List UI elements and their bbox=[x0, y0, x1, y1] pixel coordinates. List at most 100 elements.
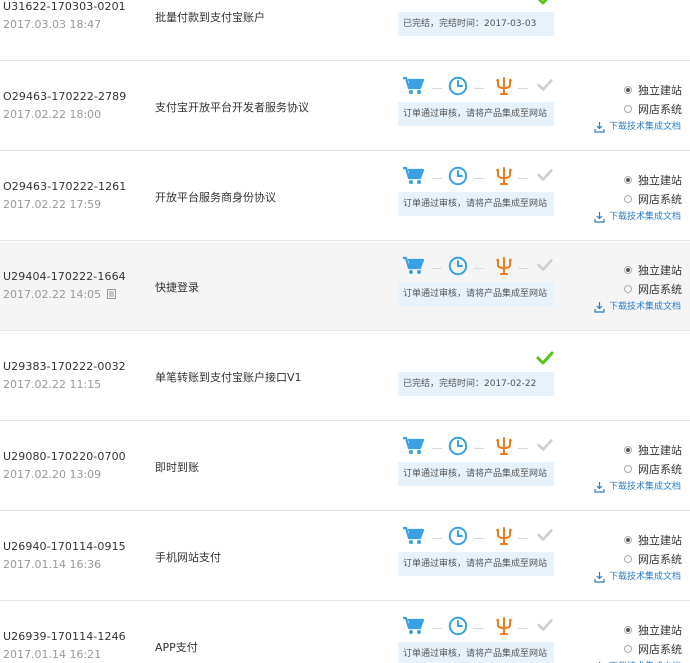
product-name[interactable]: 手机网站支付 bbox=[155, 549, 221, 565]
status-note: 已完结，完结时间：2017-02-22 bbox=[398, 372, 554, 396]
product-name[interactable]: 开放平台服务商身份协议 bbox=[155, 189, 276, 205]
option-standalone[interactable]: 独立建站 bbox=[594, 171, 690, 190]
step-divider bbox=[432, 268, 442, 269]
order-row[interactable]: O29463-170222-2789 2017.02.22 18:00 支付宝开… bbox=[0, 62, 690, 151]
download-doc-link[interactable]: 下载技术集成文档 bbox=[594, 209, 690, 225]
plug-icon bbox=[495, 166, 513, 190]
order-id[interactable]: O29463-170222-2789 bbox=[3, 90, 126, 103]
progress-steps bbox=[402, 166, 562, 192]
plug-icon bbox=[495, 436, 513, 460]
order-time: 2017.02.22 11:15 bbox=[3, 378, 101, 391]
download-doc-link[interactable]: 下载技术集成文档 bbox=[594, 569, 690, 585]
option-standalone[interactable]: 独立建站 bbox=[594, 81, 690, 100]
order-row[interactable]: O29463-170222-1261 2017.02.22 17:59 开放平台… bbox=[0, 152, 690, 241]
order-row[interactable]: U31622-170303-0201 2017.03.03 18:47 批量付款… bbox=[0, 0, 690, 61]
order-id[interactable]: U26939-170114-1246 bbox=[3, 630, 126, 643]
download-doc-link[interactable]: 下载技术集成文档 bbox=[594, 119, 690, 135]
document-icon[interactable] bbox=[107, 289, 117, 299]
option-standalone[interactable]: 独立建站 bbox=[594, 261, 690, 280]
order-time-text: 2017.02.20 13:09 bbox=[3, 468, 102, 481]
radio-shop-system[interactable] bbox=[624, 645, 632, 653]
download-doc-link[interactable]: 下载技术集成文档 bbox=[594, 659, 690, 663]
radio-shop-system[interactable] bbox=[624, 285, 632, 293]
cart-icon bbox=[402, 256, 425, 280]
step-divider bbox=[518, 178, 528, 179]
option-label: 独立建站 bbox=[638, 444, 682, 457]
option-label: 网店系统 bbox=[638, 553, 682, 566]
order-id[interactable]: U29383-170222-0032 bbox=[3, 360, 126, 373]
step-divider bbox=[474, 178, 484, 179]
option-shop-system[interactable]: 网店系统 bbox=[594, 640, 690, 659]
product-name[interactable]: APP支付 bbox=[155, 639, 198, 655]
radio-standalone[interactable] bbox=[624, 86, 632, 94]
option-label: 独立建站 bbox=[638, 84, 682, 97]
plug-icon bbox=[495, 616, 513, 640]
radio-standalone[interactable] bbox=[624, 266, 632, 274]
check-icon bbox=[536, 616, 554, 638]
plug-icon bbox=[495, 256, 513, 280]
radio-standalone[interactable] bbox=[624, 176, 632, 184]
completed-check-icon bbox=[535, 348, 555, 372]
option-label: 网店系统 bbox=[638, 643, 682, 656]
order-time: 2017.02.22 14:05 bbox=[3, 288, 117, 301]
download-doc-label: 下载技术集成文档 bbox=[609, 482, 682, 492]
order-id[interactable]: U29404-170222-1664 bbox=[3, 270, 126, 283]
order-time-text: 2017.02.22 18:00 bbox=[3, 108, 102, 121]
order-id[interactable]: O29463-170222-1261 bbox=[3, 180, 126, 193]
status-note: 订单通过审核，请将产品集成至网站 bbox=[398, 462, 554, 486]
product-name[interactable]: 单笔转账到支付宝账户接口V1 bbox=[155, 369, 302, 385]
radio-shop-system[interactable] bbox=[624, 555, 632, 563]
step-divider bbox=[518, 628, 528, 629]
option-shop-system[interactable]: 网店系统 bbox=[594, 100, 690, 119]
option-shop-system[interactable]: 网店系统 bbox=[594, 280, 690, 299]
product-name[interactable]: 支付宝开放平台开发者服务协议 bbox=[155, 99, 309, 115]
order-time: 2017.02.22 18:00 bbox=[3, 108, 101, 121]
order-time-text: 2017.02.22 11:15 bbox=[3, 378, 102, 391]
option-shop-system[interactable]: 网店系统 bbox=[594, 460, 690, 479]
radio-standalone[interactable] bbox=[624, 536, 632, 544]
option-standalone[interactable]: 独立建站 bbox=[594, 441, 690, 460]
radio-shop-system[interactable] bbox=[624, 195, 632, 203]
order-id[interactable]: U31622-170303-0201 bbox=[3, 0, 126, 13]
plug-icon bbox=[495, 526, 513, 550]
order-id[interactable]: U29080-170220-0700 bbox=[3, 450, 126, 463]
product-name[interactable]: 批量付款到支付宝账户 bbox=[155, 9, 265, 25]
option-label: 独立建站 bbox=[638, 264, 682, 277]
option-label: 独立建站 bbox=[638, 174, 682, 187]
order-list: U31622-170303-0201 2017.03.03 18:47 批量付款… bbox=[0, 0, 690, 663]
order-row[interactable]: U29383-170222-0032 2017.02.22 11:15 单笔转账… bbox=[0, 332, 690, 421]
status-note: 订单通过审核，请将产品集成至网站 bbox=[398, 192, 554, 216]
product-name[interactable]: 快捷登录 bbox=[155, 279, 199, 295]
product-name[interactable]: 即时到账 bbox=[155, 459, 199, 475]
radio-shop-system[interactable] bbox=[624, 465, 632, 473]
status-note: 已完结，完结时间：2017-03-03 bbox=[398, 12, 554, 36]
option-label: 网店系统 bbox=[638, 463, 682, 476]
radio-standalone[interactable] bbox=[624, 626, 632, 634]
option-label: 网店系统 bbox=[638, 193, 682, 206]
step-divider bbox=[474, 88, 484, 89]
download-doc-link[interactable]: 下载技术集成文档 bbox=[594, 299, 690, 315]
order-row[interactable]: U26939-170114-1246 2017.01.14 16:21 APP支… bbox=[0, 602, 690, 663]
option-shop-system[interactable]: 网店系统 bbox=[594, 190, 690, 209]
order-time: 2017.01.14 16:36 bbox=[3, 558, 101, 571]
option-standalone[interactable]: 独立建站 bbox=[594, 621, 690, 640]
order-id[interactable]: U26940-170114-0915 bbox=[3, 540, 126, 553]
integration-options: 独立建站 网店系统 下载技术集成文档 bbox=[594, 621, 690, 663]
radio-standalone[interactable] bbox=[624, 446, 632, 454]
option-standalone[interactable]: 独立建站 bbox=[594, 531, 690, 550]
step-divider bbox=[432, 448, 442, 449]
order-row[interactable]: U29404-170222-1664 2017.02.22 14:05 快捷登录… bbox=[0, 242, 690, 331]
cart-icon bbox=[402, 76, 425, 100]
step-divider bbox=[474, 448, 484, 449]
download-doc-link[interactable]: 下载技术集成文档 bbox=[594, 479, 690, 495]
integration-options: 独立建站 网店系统 下载技术集成文档 bbox=[594, 81, 690, 135]
cart-icon bbox=[402, 616, 425, 640]
option-shop-system[interactable]: 网店系统 bbox=[594, 550, 690, 569]
integration-options: 独立建站 网店系统 下载技术集成文档 bbox=[594, 531, 690, 585]
order-time-text: 2017.02.22 14:05 bbox=[3, 288, 102, 301]
step-divider bbox=[432, 538, 442, 539]
order-row[interactable]: U29080-170220-0700 2017.02.20 13:09 即时到账… bbox=[0, 422, 690, 511]
clock-icon bbox=[448, 616, 468, 640]
radio-shop-system[interactable] bbox=[624, 105, 632, 113]
order-row[interactable]: U26940-170114-0915 2017.01.14 16:36 手机网站… bbox=[0, 512, 690, 601]
